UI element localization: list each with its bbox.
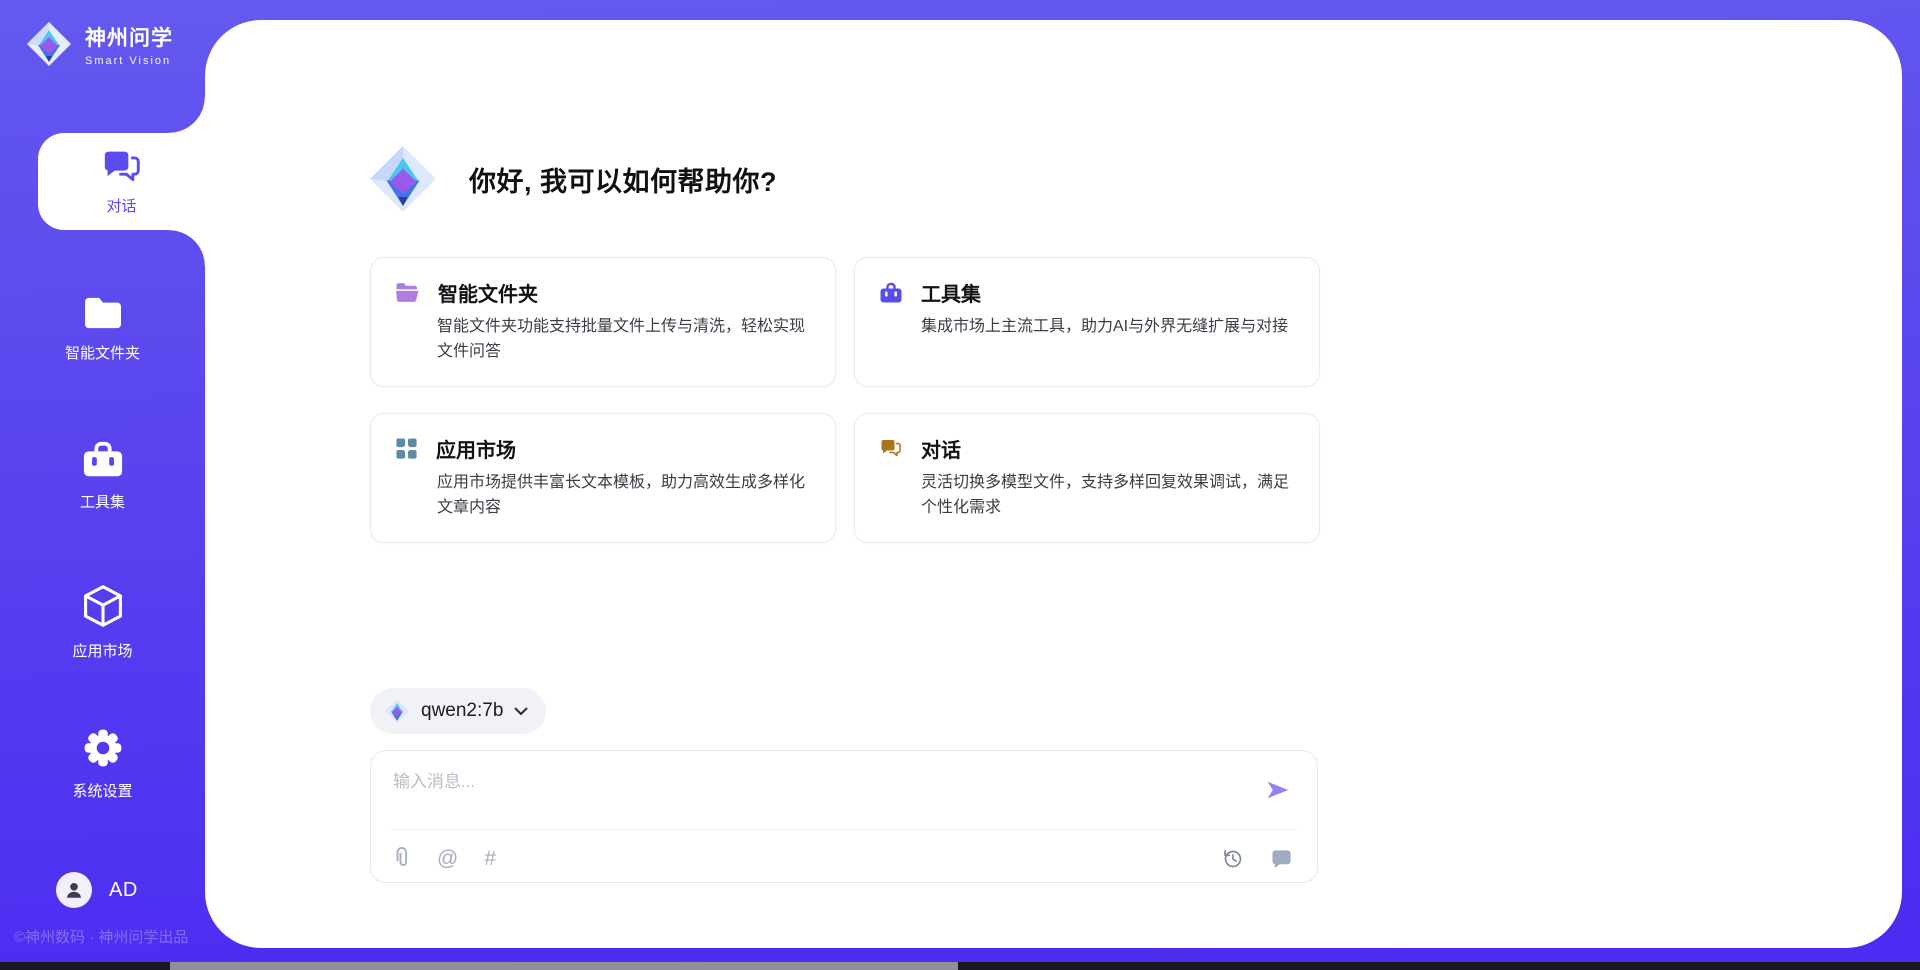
card-title: 对话 (921, 434, 961, 463)
card-title: 工具集 (921, 278, 981, 307)
send-icon[interactable] (1265, 777, 1291, 803)
feature-cards: 智能文件夹 智能文件夹功能支持批量文件上传与清洗，轻松实现文件问答 工具集 集成… (370, 257, 1320, 543)
avatar (56, 872, 92, 908)
brand-subtitle: Smart Vision (85, 55, 173, 67)
sidebar-item-label: 系统设置 (72, 780, 132, 801)
sidebar-item-label: 对话 (106, 195, 136, 216)
brand-name: 神州问学 (85, 22, 173, 52)
card-description: 灵活切换多模型文件，支持多样回复效果调试，满足个性化需求 (921, 470, 1295, 520)
gear-icon (82, 727, 124, 769)
sidebar-item-label: 智能文件夹 (65, 342, 140, 363)
history-icon[interactable] (1221, 847, 1244, 870)
model-selector[interactable]: qwen2:7b (370, 688, 546, 734)
card-title: 智能文件夹 (438, 278, 538, 307)
card-title: 应用市场 (436, 434, 516, 463)
composer-toolbar: @ # (393, 841, 1293, 875)
grid-icon (395, 437, 418, 460)
chevron-down-icon (514, 707, 528, 716)
greeting-section: 你好, 我可以如何帮助你? (367, 143, 777, 215)
sidebar-item-label: 应用市场 (72, 640, 132, 661)
mention-icon[interactable]: @ (437, 848, 458, 869)
gem-icon (367, 143, 439, 215)
cube-icon (81, 583, 125, 629)
message-input[interactable] (393, 767, 1233, 817)
brand: 神州问学 Smart Vision (25, 20, 173, 68)
chat-icon (101, 148, 143, 186)
topic-icon[interactable]: # (484, 848, 496, 869)
card-app-market[interactable]: 应用市场 应用市场提供丰富长文本模板，助力高效生成多样化文章内容 (370, 413, 836, 543)
copyright-text: ©神州数码 · 神州问学出品 (14, 926, 188, 947)
horizontal-scrollbar[interactable] (0, 962, 1920, 970)
user-initials: AD (109, 879, 138, 902)
composer-divider (391, 829, 1297, 830)
user-profile[interactable]: AD (56, 872, 138, 908)
sidebar-item-app-market[interactable]: 应用市场 (0, 583, 205, 661)
toolbox-icon (879, 282, 903, 304)
sidebar-item-smart-folder[interactable]: 智能文件夹 (0, 295, 205, 363)
app-window: 神州问学 Smart Vision 对话 智能文件夹 (0, 0, 1920, 970)
sidebar-item-settings[interactable]: 系统设置 (0, 727, 205, 801)
sidebar: 神州问学 Smart Vision 对话 智能文件夹 (0, 0, 205, 970)
folder-icon (82, 295, 124, 331)
gem-icon (384, 698, 410, 724)
greeting-text: 你好, 我可以如何帮助你? (469, 160, 777, 199)
card-description: 应用市场提供丰富长文本模板，助力高效生成多样化文章内容 (437, 470, 811, 520)
card-smart-folder[interactable]: 智能文件夹 智能文件夹功能支持批量文件上传与清洗，轻松实现文件问答 (370, 257, 836, 387)
card-toolset[interactable]: 工具集 集成市场上主流工具，助力AI与外界无缝扩展与对接 (854, 257, 1320, 387)
sidebar-item-label: 工具集 (80, 491, 125, 512)
chat-icon (879, 438, 903, 459)
feedback-icon[interactable] (1270, 848, 1293, 869)
attach-icon[interactable] (393, 846, 411, 870)
folder-open-icon (395, 282, 420, 304)
card-description: 智能文件夹功能支持批量文件上传与清洗，轻松实现文件问答 (437, 314, 811, 364)
model-name: qwen2:7b (421, 700, 503, 722)
sidebar-item-toolset[interactable]: 工具集 (0, 440, 205, 512)
toolbox-icon (82, 440, 124, 480)
card-chat[interactable]: 对话 灵活切换多模型文件，支持多样回复效果调试，满足个性化需求 (854, 413, 1320, 543)
sidebar-item-chat[interactable]: 对话 (38, 133, 205, 230)
brand-gem-icon (25, 20, 73, 68)
card-description: 集成市场上主流工具，助力AI与外界无缝扩展与对接 (921, 314, 1295, 339)
scrollbar-thumb[interactable] (170, 962, 958, 970)
message-composer: @ # (370, 750, 1318, 883)
